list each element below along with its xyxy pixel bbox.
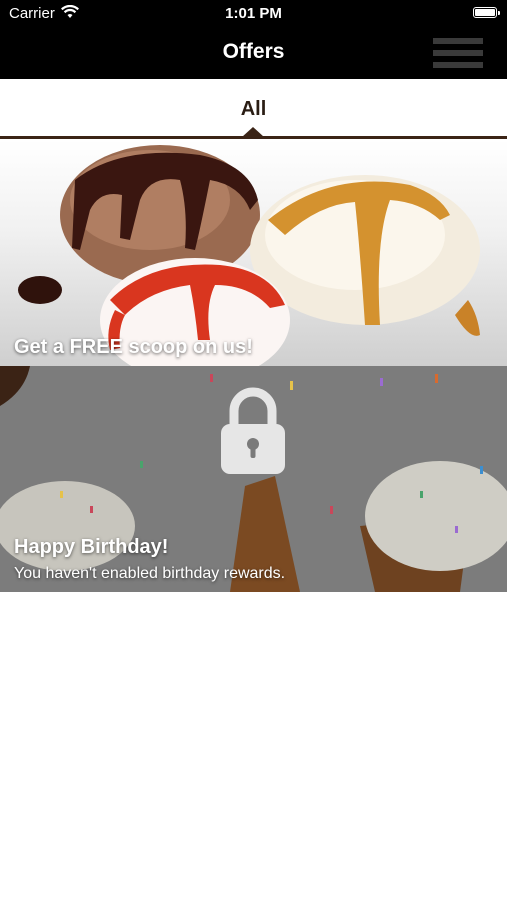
nav-bar: Offers [0, 28, 507, 79]
battery-icon [473, 7, 500, 18]
status-bar: Carrier 1:01 PM [0, 0, 507, 28]
ice-cream-scoops-image [18, 145, 480, 366]
offer-subtitle: You haven't enabled birthday rewards. [14, 565, 286, 582]
lock-icon [221, 387, 285, 474]
offer-card-free-scoop[interactable]: Get a FREE scoop on us! [0, 140, 507, 366]
clock: 1:01 PM [225, 5, 282, 22]
tab-bar: All [0, 79, 507, 140]
offer-card-birthday[interactable]: Happy Birthday! You haven't enabled birt… [0, 366, 507, 592]
tab-underline [0, 136, 507, 139]
offer-title: Get a FREE scoop on us! [14, 336, 253, 358]
tab-all[interactable]: All [0, 98, 507, 121]
offer-title: Happy Birthday! [14, 536, 169, 558]
page-title: Offers [222, 40, 285, 63]
hamburger-menu-icon[interactable] [433, 36, 483, 70]
